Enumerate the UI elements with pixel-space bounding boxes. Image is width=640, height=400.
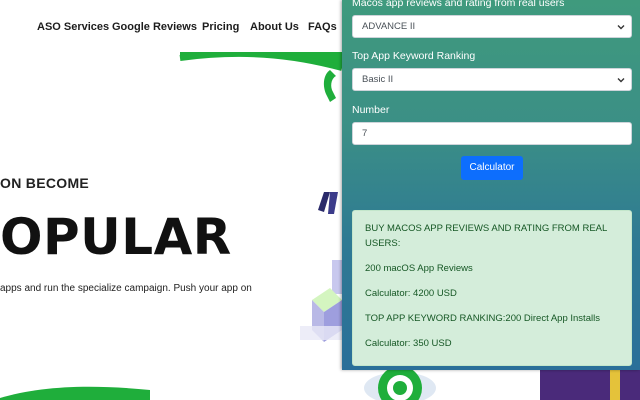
hero-subtitle: ON BECOME: [0, 175, 90, 191]
keyword-package-select[interactable]: Basic II: [352, 68, 632, 91]
result-keyword-total: Calculator: 350 USD: [365, 338, 452, 349]
keyword-label: Top App Keyword Ranking: [352, 50, 476, 62]
hero-illustration: [300, 70, 350, 342]
result-keyword-line: TOP APP KEYWORD RANKING:200 Direct App I…: [365, 313, 600, 324]
site-nav: ASO Services Google Reviews Pricing Abou…: [0, 0, 360, 56]
result-reviews-line: 200 macOS App Reviews: [365, 263, 473, 274]
nav-about-us[interactable]: About Us: [250, 21, 299, 33]
hero-description: apps and run the specialize campaign. Pu…: [0, 283, 252, 294]
reviews-package-select[interactable]: ADVANCE II: [352, 15, 632, 38]
calculator-button[interactable]: Calculator: [461, 156, 523, 180]
calculator-popup: Macos app reviews and rating from real u…: [342, 0, 640, 370]
result-reviews-total: Calculator: 4200 USD: [365, 288, 457, 299]
hero-title: OPULAR: [0, 208, 232, 266]
nav-google-reviews[interactable]: Google Reviews: [112, 21, 197, 33]
green-swoosh-bottom: [0, 386, 150, 400]
keyword-selected-value: Basic II: [362, 74, 394, 85]
result-heading: BUY MACOS APP REVIEWS AND RATING FROM RE…: [365, 223, 607, 249]
chevron-down-icon: [617, 25, 625, 30]
reviews-selected-value: ADVANCE II: [362, 21, 416, 32]
result-panel: BUY MACOS APP REVIEWS AND RATING FROM RE…: [352, 210, 632, 366]
chevron-down-icon: [617, 78, 625, 83]
number-label: Number: [352, 104, 390, 116]
nav-faqs[interactable]: FAQs: [308, 21, 337, 33]
number-input[interactable]: 7: [352, 122, 632, 145]
reviews-label: Macos app reviews and rating from real u…: [352, 0, 565, 9]
nav-aso-services[interactable]: ASO Services: [37, 21, 109, 33]
number-value: 7: [362, 128, 368, 139]
nav-pricing[interactable]: Pricing: [202, 21, 239, 33]
